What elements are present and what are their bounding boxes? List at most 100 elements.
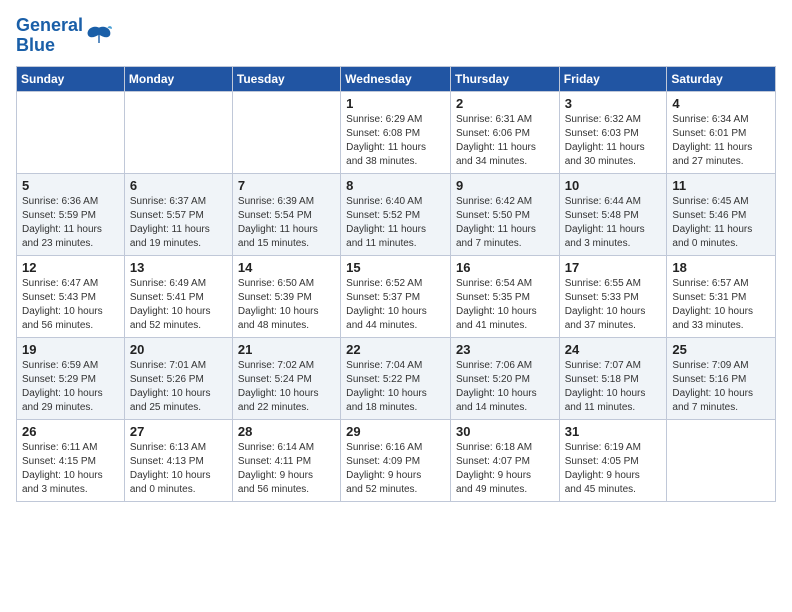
logo-text: GeneralBlue [16, 16, 83, 56]
calendar-header: SundayMondayTuesdayWednesdayThursdayFrid… [17, 66, 776, 91]
calendar-cell: 13 Sunrise: 6:49 AM Sunset: 5:41 PM Dayli… [124, 255, 232, 337]
day-number: 18 [672, 260, 770, 275]
calendar-cell: 12 Sunrise: 6:47 AM Sunset: 5:43 PM Dayli… [17, 255, 125, 337]
day-info: Sunrise: 6:40 AM Sunset: 5:52 PM Dayligh… [346, 195, 445, 251]
day-number: 28 [238, 424, 335, 439]
day-number: 9 [456, 178, 554, 193]
weekday-header: Sunday [17, 66, 125, 91]
calendar-cell: 21Sunrise: 7:02 AM Sunset: 5:24 PM Dayli… [232, 337, 340, 419]
day-info: Sunrise: 6:59 AM Sunset: 5:29 PM Dayligh… [22, 359, 119, 415]
day-info: Sunrise: 7:02 AM Sunset: 5:24 PM Dayligh… [238, 359, 335, 415]
calendar-cell: 19 Sunrise: 6:59 AM Sunset: 5:29 PM Dayli… [17, 337, 125, 419]
calendar-table: SundayMondayTuesdayWednesdayThursdayFrid… [16, 66, 776, 502]
day-info: Sunrise: 7:07 AM Sunset: 5:18 PM Dayligh… [565, 359, 662, 415]
day-info: Sunrise: 6:18 AM Sunset: 4:07 PM Dayligh… [456, 441, 554, 497]
weekday-header: Tuesday [232, 66, 340, 91]
day-number: 31 [565, 424, 662, 439]
calendar-cell: 18 Sunrise: 6:57 AM Sunset: 5:31 PM Dayli… [667, 255, 776, 337]
day-number: 6 [130, 178, 227, 193]
calendar-cell: 30 Sunrise: 6:18 AM Sunset: 4:07 PM Dayli… [450, 419, 559, 501]
calendar-cell: 14 Sunrise: 6:50 AM Sunset: 5:39 PM Dayli… [232, 255, 340, 337]
day-info: Sunrise: 6:49 AM Sunset: 5:41 PM Dayligh… [130, 277, 227, 333]
calendar-cell: 7 Sunrise: 6:39 AM Sunset: 5:54 PM Daylig… [232, 173, 340, 255]
calendar-cell: 31 Sunrise: 6:19 AM Sunset: 4:05 PM Dayli… [559, 419, 667, 501]
calendar-cell: 20 Sunrise: 7:01 AM Sunset: 5:26 PM Dayli… [124, 337, 232, 419]
day-number: 14 [238, 260, 335, 275]
day-number: 20 [130, 342, 227, 357]
calendar-week-row: 26 Sunrise: 6:11 AM Sunset: 4:15 PM Dayli… [17, 419, 776, 501]
calendar-cell: 15 Sunrise: 6:52 AM Sunset: 5:37 PM Dayli… [341, 255, 451, 337]
day-number: 27 [130, 424, 227, 439]
day-info: Sunrise: 6:42 AM Sunset: 5:50 PM Dayligh… [456, 195, 554, 251]
day-info: Sunrise: 6:36 AM Sunset: 5:59 PM Dayligh… [22, 195, 119, 251]
calendar-cell: 27 Sunrise: 6:13 AM Sunset: 4:13 PM Dayli… [124, 419, 232, 501]
calendar-week-row: 5 Sunrise: 6:36 AM Sunset: 5:59 PM Daylig… [17, 173, 776, 255]
day-number: 15 [346, 260, 445, 275]
day-number: 30 [456, 424, 554, 439]
calendar-cell: 4Sunrise: 6:34 AM Sunset: 6:01 PM Daylig… [667, 91, 776, 173]
day-number: 25 [672, 342, 770, 357]
calendar-cell [124, 91, 232, 173]
day-number: 23 [456, 342, 554, 357]
day-number: 11 [672, 178, 770, 193]
calendar-cell: 16Sunrise: 6:54 AM Sunset: 5:35 PM Dayli… [450, 255, 559, 337]
calendar-cell [232, 91, 340, 173]
calendar-cell: 25 Sunrise: 7:09 AM Sunset: 5:16 PM Dayli… [667, 337, 776, 419]
day-number: 7 [238, 178, 335, 193]
day-number: 2 [456, 96, 554, 111]
calendar-cell: 17Sunrise: 6:55 AM Sunset: 5:33 PM Dayli… [559, 255, 667, 337]
calendar-cell: 11 Sunrise: 6:45 AM Sunset: 5:46 PM Dayli… [667, 173, 776, 255]
calendar-cell: 2 Sunrise: 6:31 AM Sunset: 6:06 PM Daylig… [450, 91, 559, 173]
page-header: GeneralBlue [16, 16, 776, 56]
calendar-cell: 23 Sunrise: 7:06 AM Sunset: 5:20 PM Dayli… [450, 337, 559, 419]
day-info: Sunrise: 6:54 AM Sunset: 5:35 PM Dayligh… [456, 277, 554, 333]
day-info: Sunrise: 6:31 AM Sunset: 6:06 PM Dayligh… [456, 113, 554, 169]
calendar-week-row: 12 Sunrise: 6:47 AM Sunset: 5:43 PM Dayli… [17, 255, 776, 337]
day-info: Sunrise: 6:45 AM Sunset: 5:46 PM Dayligh… [672, 195, 770, 251]
calendar-week-row: 1Sunrise: 6:29 AM Sunset: 6:08 PM Daylig… [17, 91, 776, 173]
calendar-cell [17, 91, 125, 173]
calendar-cell: 9 Sunrise: 6:42 AM Sunset: 5:50 PM Daylig… [450, 173, 559, 255]
logo-bird-icon [85, 22, 113, 50]
calendar-cell: 29Sunrise: 6:16 AM Sunset: 4:09 PM Dayli… [341, 419, 451, 501]
day-info: Sunrise: 7:06 AM Sunset: 5:20 PM Dayligh… [456, 359, 554, 415]
day-info: Sunrise: 6:47 AM Sunset: 5:43 PM Dayligh… [22, 277, 119, 333]
day-number: 13 [130, 260, 227, 275]
day-number: 3 [565, 96, 662, 111]
weekday-header: Thursday [450, 66, 559, 91]
day-info: Sunrise: 6:37 AM Sunset: 5:57 PM Dayligh… [130, 195, 227, 251]
day-number: 12 [22, 260, 119, 275]
day-number: 19 [22, 342, 119, 357]
day-info: Sunrise: 6:32 AM Sunset: 6:03 PM Dayligh… [565, 113, 662, 169]
day-number: 8 [346, 178, 445, 193]
day-number: 17 [565, 260, 662, 275]
weekday-header: Friday [559, 66, 667, 91]
calendar-cell: 26 Sunrise: 6:11 AM Sunset: 4:15 PM Dayli… [17, 419, 125, 501]
day-info: Sunrise: 6:50 AM Sunset: 5:39 PM Dayligh… [238, 277, 335, 333]
calendar-cell: 22 Sunrise: 7:04 AM Sunset: 5:22 PM Dayli… [341, 337, 451, 419]
day-info: Sunrise: 7:01 AM Sunset: 5:26 PM Dayligh… [130, 359, 227, 415]
calendar-cell: 6 Sunrise: 6:37 AM Sunset: 5:57 PM Daylig… [124, 173, 232, 255]
day-number: 26 [22, 424, 119, 439]
day-info: Sunrise: 6:13 AM Sunset: 4:13 PM Dayligh… [130, 441, 227, 497]
day-info: Sunrise: 7:04 AM Sunset: 5:22 PM Dayligh… [346, 359, 445, 415]
weekday-header: Monday [124, 66, 232, 91]
day-info: Sunrise: 6:29 AM Sunset: 6:08 PM Dayligh… [346, 113, 445, 169]
day-info: Sunrise: 7:09 AM Sunset: 5:16 PM Dayligh… [672, 359, 770, 415]
day-number: 22 [346, 342, 445, 357]
day-info: Sunrise: 6:52 AM Sunset: 5:37 PM Dayligh… [346, 277, 445, 333]
day-info: Sunrise: 6:57 AM Sunset: 5:31 PM Dayligh… [672, 277, 770, 333]
day-info: Sunrise: 6:19 AM Sunset: 4:05 PM Dayligh… [565, 441, 662, 497]
day-number: 24 [565, 342, 662, 357]
calendar-week-row: 19 Sunrise: 6:59 AM Sunset: 5:29 PM Dayli… [17, 337, 776, 419]
calendar-cell: 24 Sunrise: 7:07 AM Sunset: 5:18 PM Dayli… [559, 337, 667, 419]
day-number: 5 [22, 178, 119, 193]
calendar-cell [667, 419, 776, 501]
day-info: Sunrise: 6:11 AM Sunset: 4:15 PM Dayligh… [22, 441, 119, 497]
day-info: Sunrise: 6:44 AM Sunset: 5:48 PM Dayligh… [565, 195, 662, 251]
day-info: Sunrise: 6:16 AM Sunset: 4:09 PM Dayligh… [346, 441, 445, 497]
day-info: Sunrise: 6:14 AM Sunset: 4:11 PM Dayligh… [238, 441, 335, 497]
day-number: 10 [565, 178, 662, 193]
weekday-header: Saturday [667, 66, 776, 91]
day-info: Sunrise: 6:39 AM Sunset: 5:54 PM Dayligh… [238, 195, 335, 251]
